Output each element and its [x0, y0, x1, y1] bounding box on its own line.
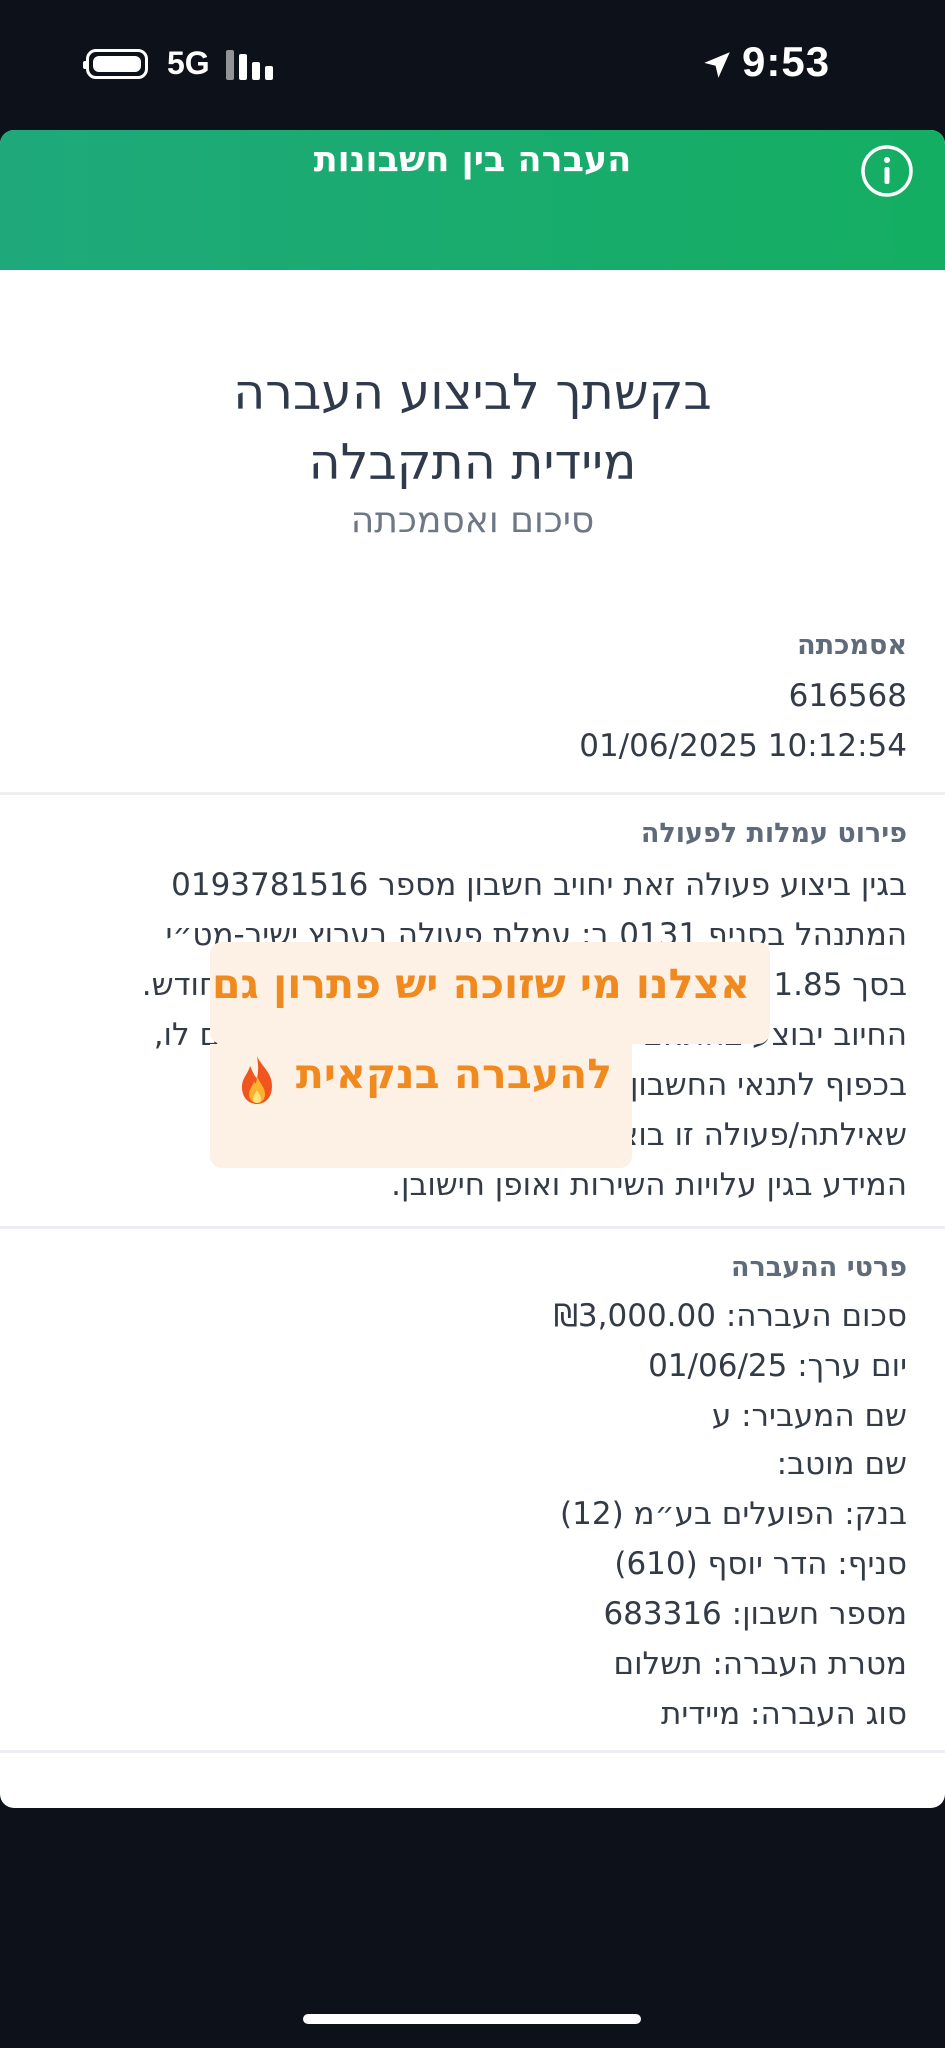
- promo-line-1: אצלנו מי שזוכה יש פתרון גם: [212, 960, 750, 1008]
- beneficiary-name: שם מוטב:: [776, 1446, 907, 1482]
- bank-name: בנק: הפועלים בע״מ (12): [560, 1496, 907, 1532]
- headline-line-2: מיידית התקבלה: [308, 434, 637, 491]
- divider: [0, 1226, 945, 1229]
- divider: [0, 792, 945, 795]
- transfer-purpose: מטרת העברה: תשלום: [613, 1646, 908, 1682]
- promo-sticker: אצלנו מי שזוכה יש פתרון גם להעברה בנקאית: [210, 942, 770, 1192]
- headline-line-1: בקשתך לביצוע העברה: [233, 364, 712, 421]
- confirmation-headline: בקשתך לביצוע העברה מיידית התקבלה: [0, 358, 945, 498]
- app-header: העברה בין חשבונות: [0, 130, 945, 270]
- transfer-type: סוג העברה: מיידית: [661, 1696, 907, 1732]
- branch-name: סניף: הדר יוסף (610): [614, 1546, 907, 1582]
- transfer-details-title: פרטי ההעברה: [730, 1252, 907, 1283]
- transfer-amount: סכום העברה: ₪3,000.00: [553, 1298, 907, 1334]
- home-indicator[interactable]: [303, 2014, 641, 2024]
- reference-datetime: 01/06/2025 10:12:54: [579, 728, 907, 764]
- page-title: העברה בין חשבונות: [313, 140, 632, 180]
- transfer-confirmation-card: העברה בין חשבונות בקשתך לביצוע העברה מיי…: [0, 130, 945, 1808]
- fire-icon: [242, 1056, 272, 1104]
- fees-line: בגין ביצוע פעולה זאת יחויב חשבון מספר 01…: [171, 867, 907, 903]
- value-date: יום ערך: 01/06/25: [648, 1348, 907, 1384]
- confirmation-subtitle: סיכום ואסמכתה: [350, 500, 595, 541]
- reference-number: 616568: [788, 678, 907, 714]
- status-bar: 5G 9:53: [0, 0, 945, 130]
- info-circle-icon[interactable]: [860, 144, 914, 198]
- network-type: 5G: [167, 45, 210, 81]
- signal-strength-icon: [226, 50, 278, 80]
- location-arrow-icon: [704, 52, 730, 78]
- promo-line-2: להעברה בנקאית: [295, 1050, 612, 1098]
- reference-title: אסמכתה: [797, 630, 907, 661]
- status-time: 9:53: [742, 38, 831, 85]
- redaction-mark: [500, 1392, 586, 1488]
- account-number: מספר חשבון: 683316: [603, 1596, 907, 1632]
- sender-name: שם המעביר: ע: [711, 1398, 907, 1434]
- divider: [0, 1750, 945, 1753]
- fees-title: פירוט עמלות לפעולה: [640, 818, 907, 849]
- battery-icon: [83, 49, 148, 79]
